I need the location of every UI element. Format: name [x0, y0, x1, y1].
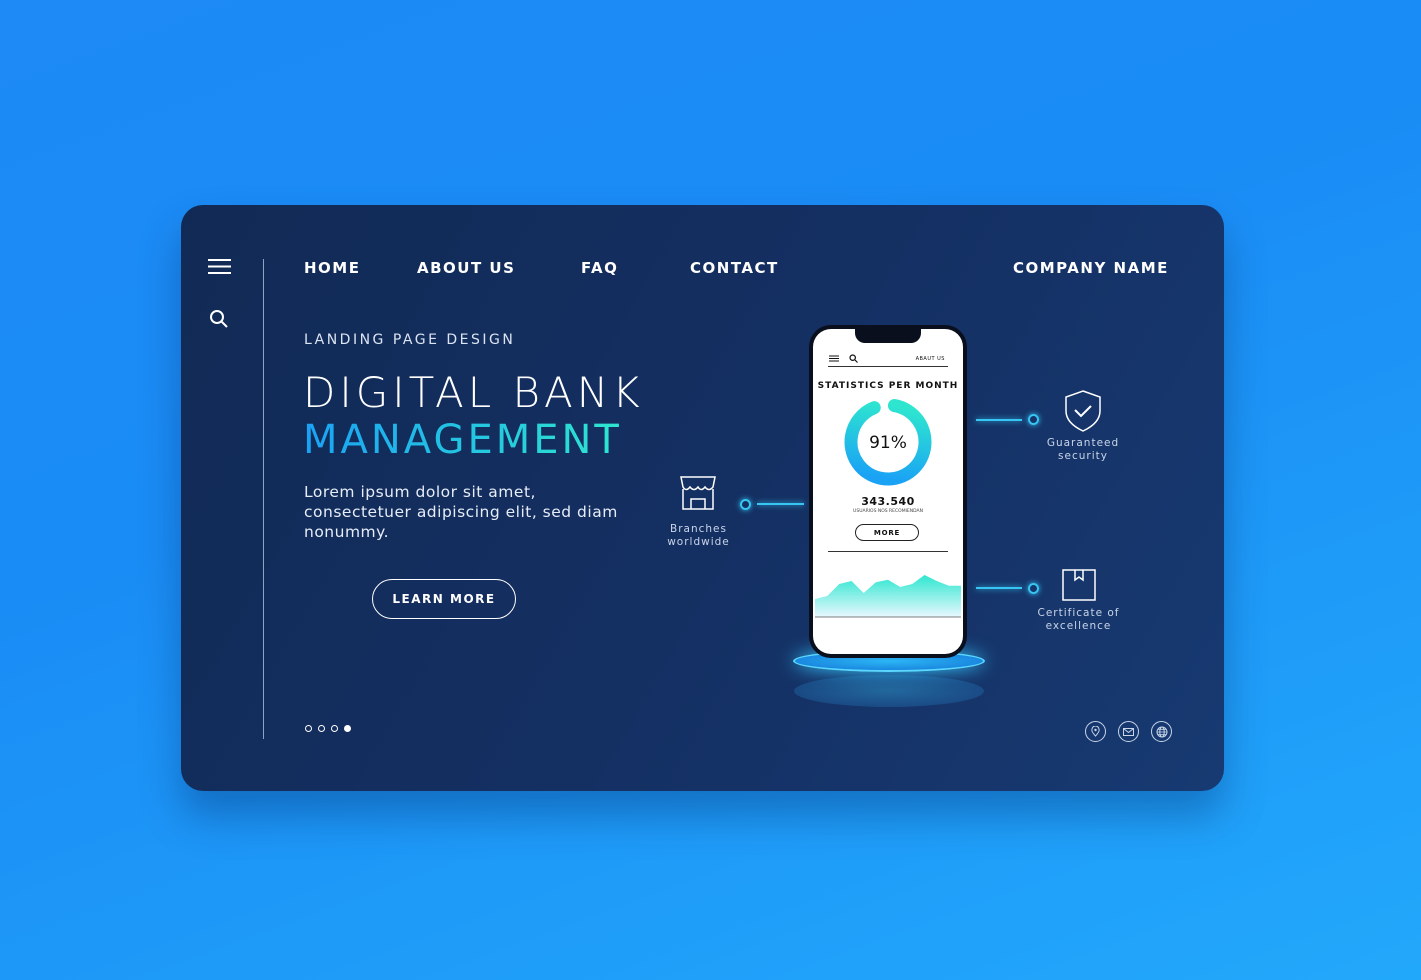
divider — [828, 551, 948, 552]
nav-home[interactable]: HOME — [304, 259, 360, 277]
menu-icon[interactable] — [208, 258, 231, 275]
slider-dots — [305, 725, 351, 732]
pedestal-base — [794, 675, 984, 707]
slide-dot[interactable] — [318, 725, 325, 732]
phone-nav-link[interactable]: ABAUT US — [916, 356, 945, 362]
user-count: 343.540 — [861, 495, 915, 508]
slide-dot[interactable] — [331, 725, 338, 732]
eyebrow: LANDING PAGE DESIGN — [304, 332, 516, 348]
phone-search-icon[interactable] — [849, 354, 858, 363]
divider — [263, 259, 264, 739]
connector-dot — [740, 499, 751, 510]
feature-branches: Branches worldwide — [667, 523, 730, 548]
search-icon[interactable] — [209, 309, 229, 329]
nav-about[interactable]: ABOUT US — [417, 259, 515, 277]
hero-title: DIGITAL BANK — [303, 368, 644, 417]
phone-screen: ABAUT US STATISTICS PER MONTH 91% 343.54… — [813, 329, 963, 654]
hero-title-accent: MANAGEMENT — [303, 417, 622, 463]
mail-icon[interactable] — [1118, 721, 1139, 742]
percent-label: 91% — [869, 433, 907, 453]
nav-contact[interactable]: CONTACT — [690, 259, 779, 277]
area-chart — [815, 575, 961, 618]
nav-faq[interactable]: FAQ — [581, 259, 618, 277]
divider — [828, 366, 948, 367]
phone-notch — [855, 329, 921, 343]
stats-title: STATISTICS PER MONTH — [817, 381, 959, 391]
store-icon — [680, 476, 716, 510]
more-button[interactable]: MORE — [855, 524, 919, 541]
slide-dot[interactable] — [305, 725, 312, 732]
company-name[interactable]: COMPANY NAME — [1013, 259, 1169, 277]
hero-body: Lorem ipsum dolor sit amet, consectetuer… — [304, 483, 618, 541]
globe-icon[interactable] — [1151, 721, 1172, 742]
feature-security: Guaranteed security — [1046, 437, 1120, 462]
shield-check-icon — [1065, 390, 1101, 432]
feature-certificate: Certificate of excellence — [1037, 607, 1120, 632]
phone-mockup: ABAUT US STATISTICS PER MONTH 91% 343.54… — [809, 325, 967, 658]
learn-more-button[interactable]: LEARN MORE — [372, 579, 516, 619]
area-series — [815, 575, 961, 617]
location-icon[interactable] — [1085, 721, 1106, 742]
landing-card: HOME ABOUT US FAQ CONTACT COMPANY NAME L… — [181, 205, 1224, 791]
connector-dot — [1028, 414, 1039, 425]
count-caption: USUARIOS NOS RECOMIENDAN — [853, 509, 923, 514]
social-links — [1085, 721, 1172, 742]
connector-line — [976, 587, 1022, 589]
connector-line — [976, 419, 1022, 421]
phone-menu-icon[interactable] — [829, 355, 839, 362]
slide-dot-active[interactable] — [344, 725, 351, 732]
box-icon — [1062, 569, 1096, 601]
connector-dot — [1028, 583, 1039, 594]
connector-line — [757, 503, 804, 505]
